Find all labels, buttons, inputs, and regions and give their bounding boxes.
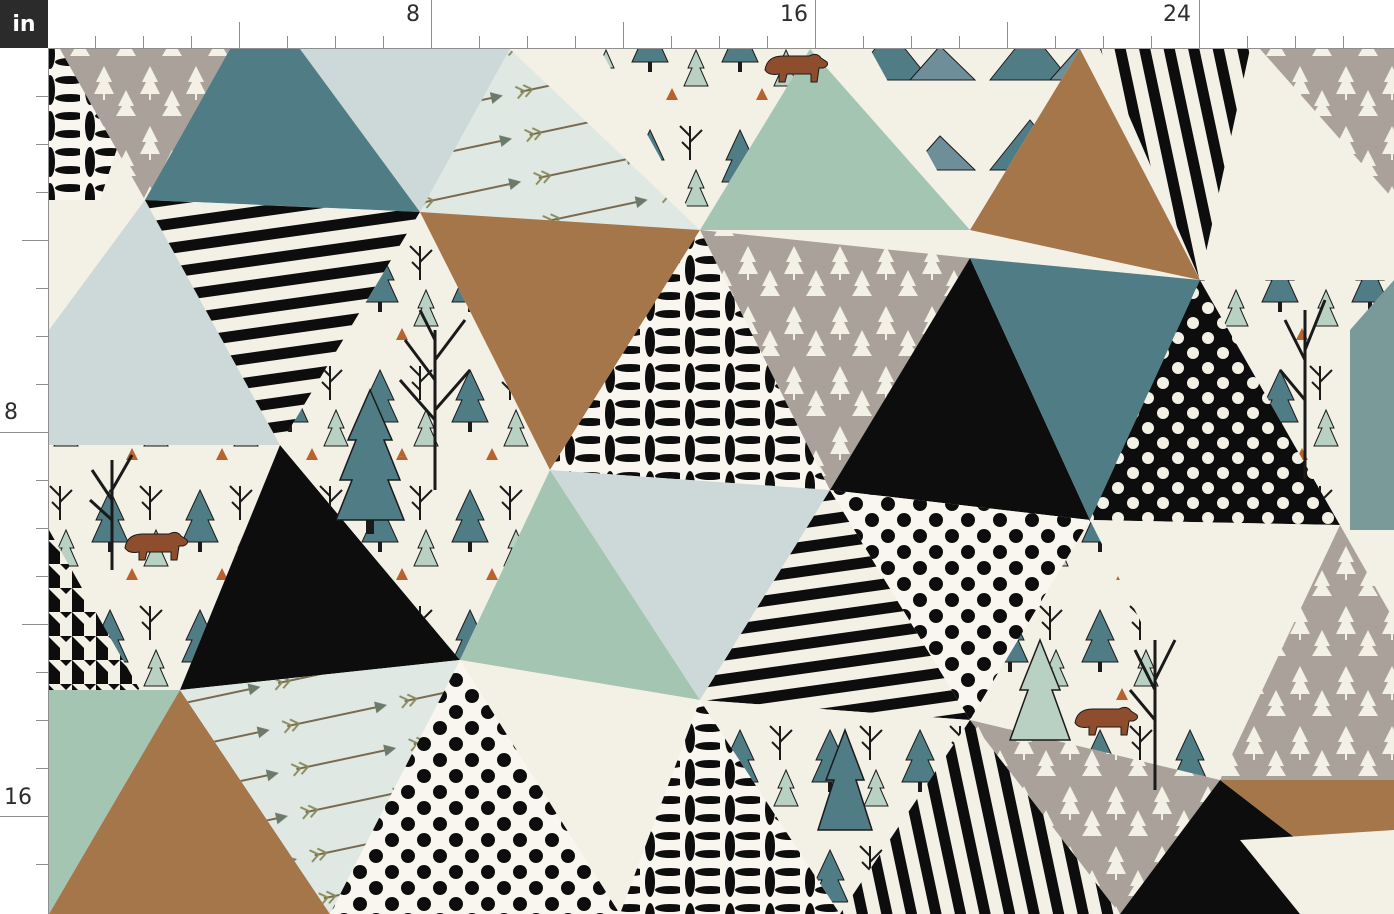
ruler-tick: [671, 36, 672, 48]
ruler-major-tick: [431, 0, 432, 48]
cheater-quilt-pattern: [49, 49, 1394, 914]
ruler-tick: [1103, 36, 1104, 48]
ruler-label-8-left: 8: [4, 400, 18, 425]
unit-label: in: [0, 0, 48, 48]
fabric-swatch: [49, 49, 1394, 914]
ruler-tick: [36, 528, 48, 529]
ruler-tick: [335, 36, 336, 48]
ruler-tick: [143, 36, 144, 48]
ruler-label-24: 24: [1163, 2, 1191, 27]
ruler-tick: [36, 576, 48, 577]
top-ruler: 8 16 24: [48, 0, 1394, 49]
ruler-label-8: 8: [406, 2, 420, 27]
ruler-tick: [527, 36, 528, 48]
ruler-major-tick: [0, 816, 48, 817]
ruler-tick: [36, 768, 48, 769]
ruler-tick: [36, 192, 48, 193]
ruler-tick: [36, 144, 48, 145]
ruler-tick: [1055, 36, 1056, 48]
ruler-tick: [911, 36, 912, 48]
ruler-tick: [1007, 22, 1008, 48]
ruler-tick: [767, 36, 768, 48]
ruler-major-tick: [1199, 0, 1200, 48]
ruler-tick: [22, 240, 48, 241]
ruler-tick: [479, 36, 480, 48]
ruler-tick: [36, 480, 48, 481]
ruler-major-tick: [815, 0, 816, 48]
ruler-tick: [1151, 36, 1152, 48]
ruler-tick: [239, 22, 240, 48]
ruler-tick: [95, 36, 96, 48]
ruler-major-tick: [0, 432, 48, 433]
ruler-tick: [287, 36, 288, 48]
ruler-tick: [383, 36, 384, 48]
ruler-tick: [36, 336, 48, 337]
ruler-tick: [863, 36, 864, 48]
ruler-label-16: 16: [780, 2, 808, 27]
ruler-tick: [36, 384, 48, 385]
ruler-tick: [1343, 36, 1344, 48]
ruler-tick: [1247, 36, 1248, 48]
left-ruler: 8 16: [0, 48, 49, 914]
ruler-tick: [36, 720, 48, 721]
ruler-tick: [36, 288, 48, 289]
ruler-tick: [575, 36, 576, 48]
ruler-tick: [36, 672, 48, 673]
ruler-label-16-left: 16: [4, 785, 32, 810]
ruler-tick: [1295, 36, 1296, 48]
ruler-tick: [36, 96, 48, 97]
ruler-tick: [191, 36, 192, 48]
ruler-tick: [719, 36, 720, 48]
ruler-tick: [22, 624, 48, 625]
ruler-tick: [36, 864, 48, 865]
ruler-tick: [623, 22, 624, 48]
ruler-tick: [959, 36, 960, 48]
